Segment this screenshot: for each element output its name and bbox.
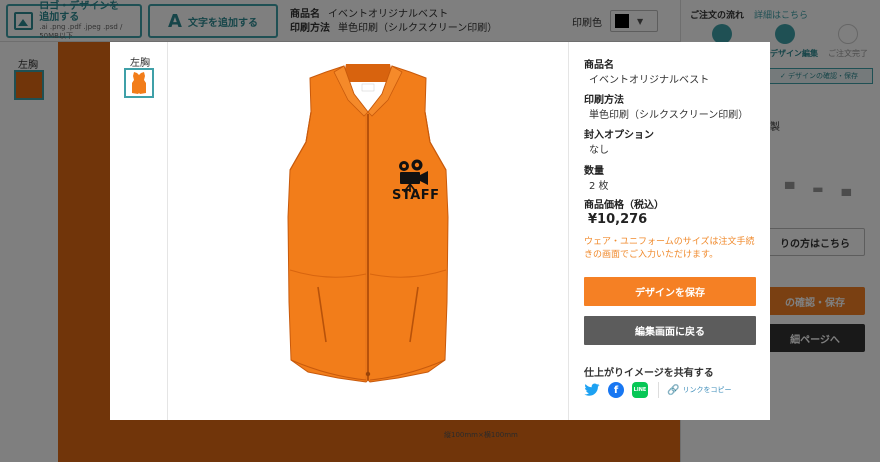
link-icon: 🔗 <box>667 384 680 396</box>
print-method-label: 印刷方法 <box>584 95 624 106</box>
vest-thumb-icon <box>132 72 146 94</box>
modal-thumb-label: 左胸 <box>130 58 150 69</box>
twitter-icon[interactable] <box>584 382 600 398</box>
copy-link-label: リンクをコピー <box>682 386 732 394</box>
quantity-label: 数量 <box>584 166 604 177</box>
share-divider <box>658 382 659 398</box>
size-note: ウェア・ユニフォームのサイズは注文手続きの画面でご入力いただけます。 <box>584 237 755 260</box>
preview-modal: 左胸 STAFF 商品名 イベントオリジナルベスト 印刷方法 単色印刷（シルクス… <box>110 42 770 420</box>
product-name-value: イベントオリジナルベスト <box>589 75 710 86</box>
option-label: 封入オプション <box>584 130 654 141</box>
vest-image <box>287 64 449 383</box>
print-text-staff: STAFF <box>392 188 440 203</box>
print-method-value: 単色印刷（シルクスクリーン印刷） <box>589 110 749 121</box>
modal-thumbnail[interactable] <box>124 68 154 98</box>
quantity-value: 2 枚 <box>589 181 609 192</box>
price-label: 商品価格（税込） <box>584 200 664 211</box>
back-to-editor-button[interactable]: 編集画面に戻る <box>584 316 756 345</box>
share-label: 仕上がりイメージを共有する <box>584 368 714 379</box>
product-name-label: 商品名 <box>584 60 614 71</box>
price-value: ¥10,276 <box>588 212 648 227</box>
share-buttons: f LINE 🔗 リンクをコピー <box>584 381 731 399</box>
product-preview-image: STAFF <box>168 42 568 420</box>
save-design-button[interactable]: デザインを保存 <box>584 277 756 306</box>
modal-thumbnail-column: 左胸 <box>110 42 168 420</box>
option-value: なし <box>589 145 609 156</box>
copy-link-button[interactable]: 🔗 リンクをコピー <box>667 385 731 396</box>
line-icon[interactable]: LINE <box>632 382 648 398</box>
order-summary-panel: 商品名 イベントオリジナルベスト 印刷方法 単色印刷（シルクスクリーン印刷） 封… <box>568 42 770 420</box>
facebook-icon[interactable]: f <box>608 382 624 398</box>
